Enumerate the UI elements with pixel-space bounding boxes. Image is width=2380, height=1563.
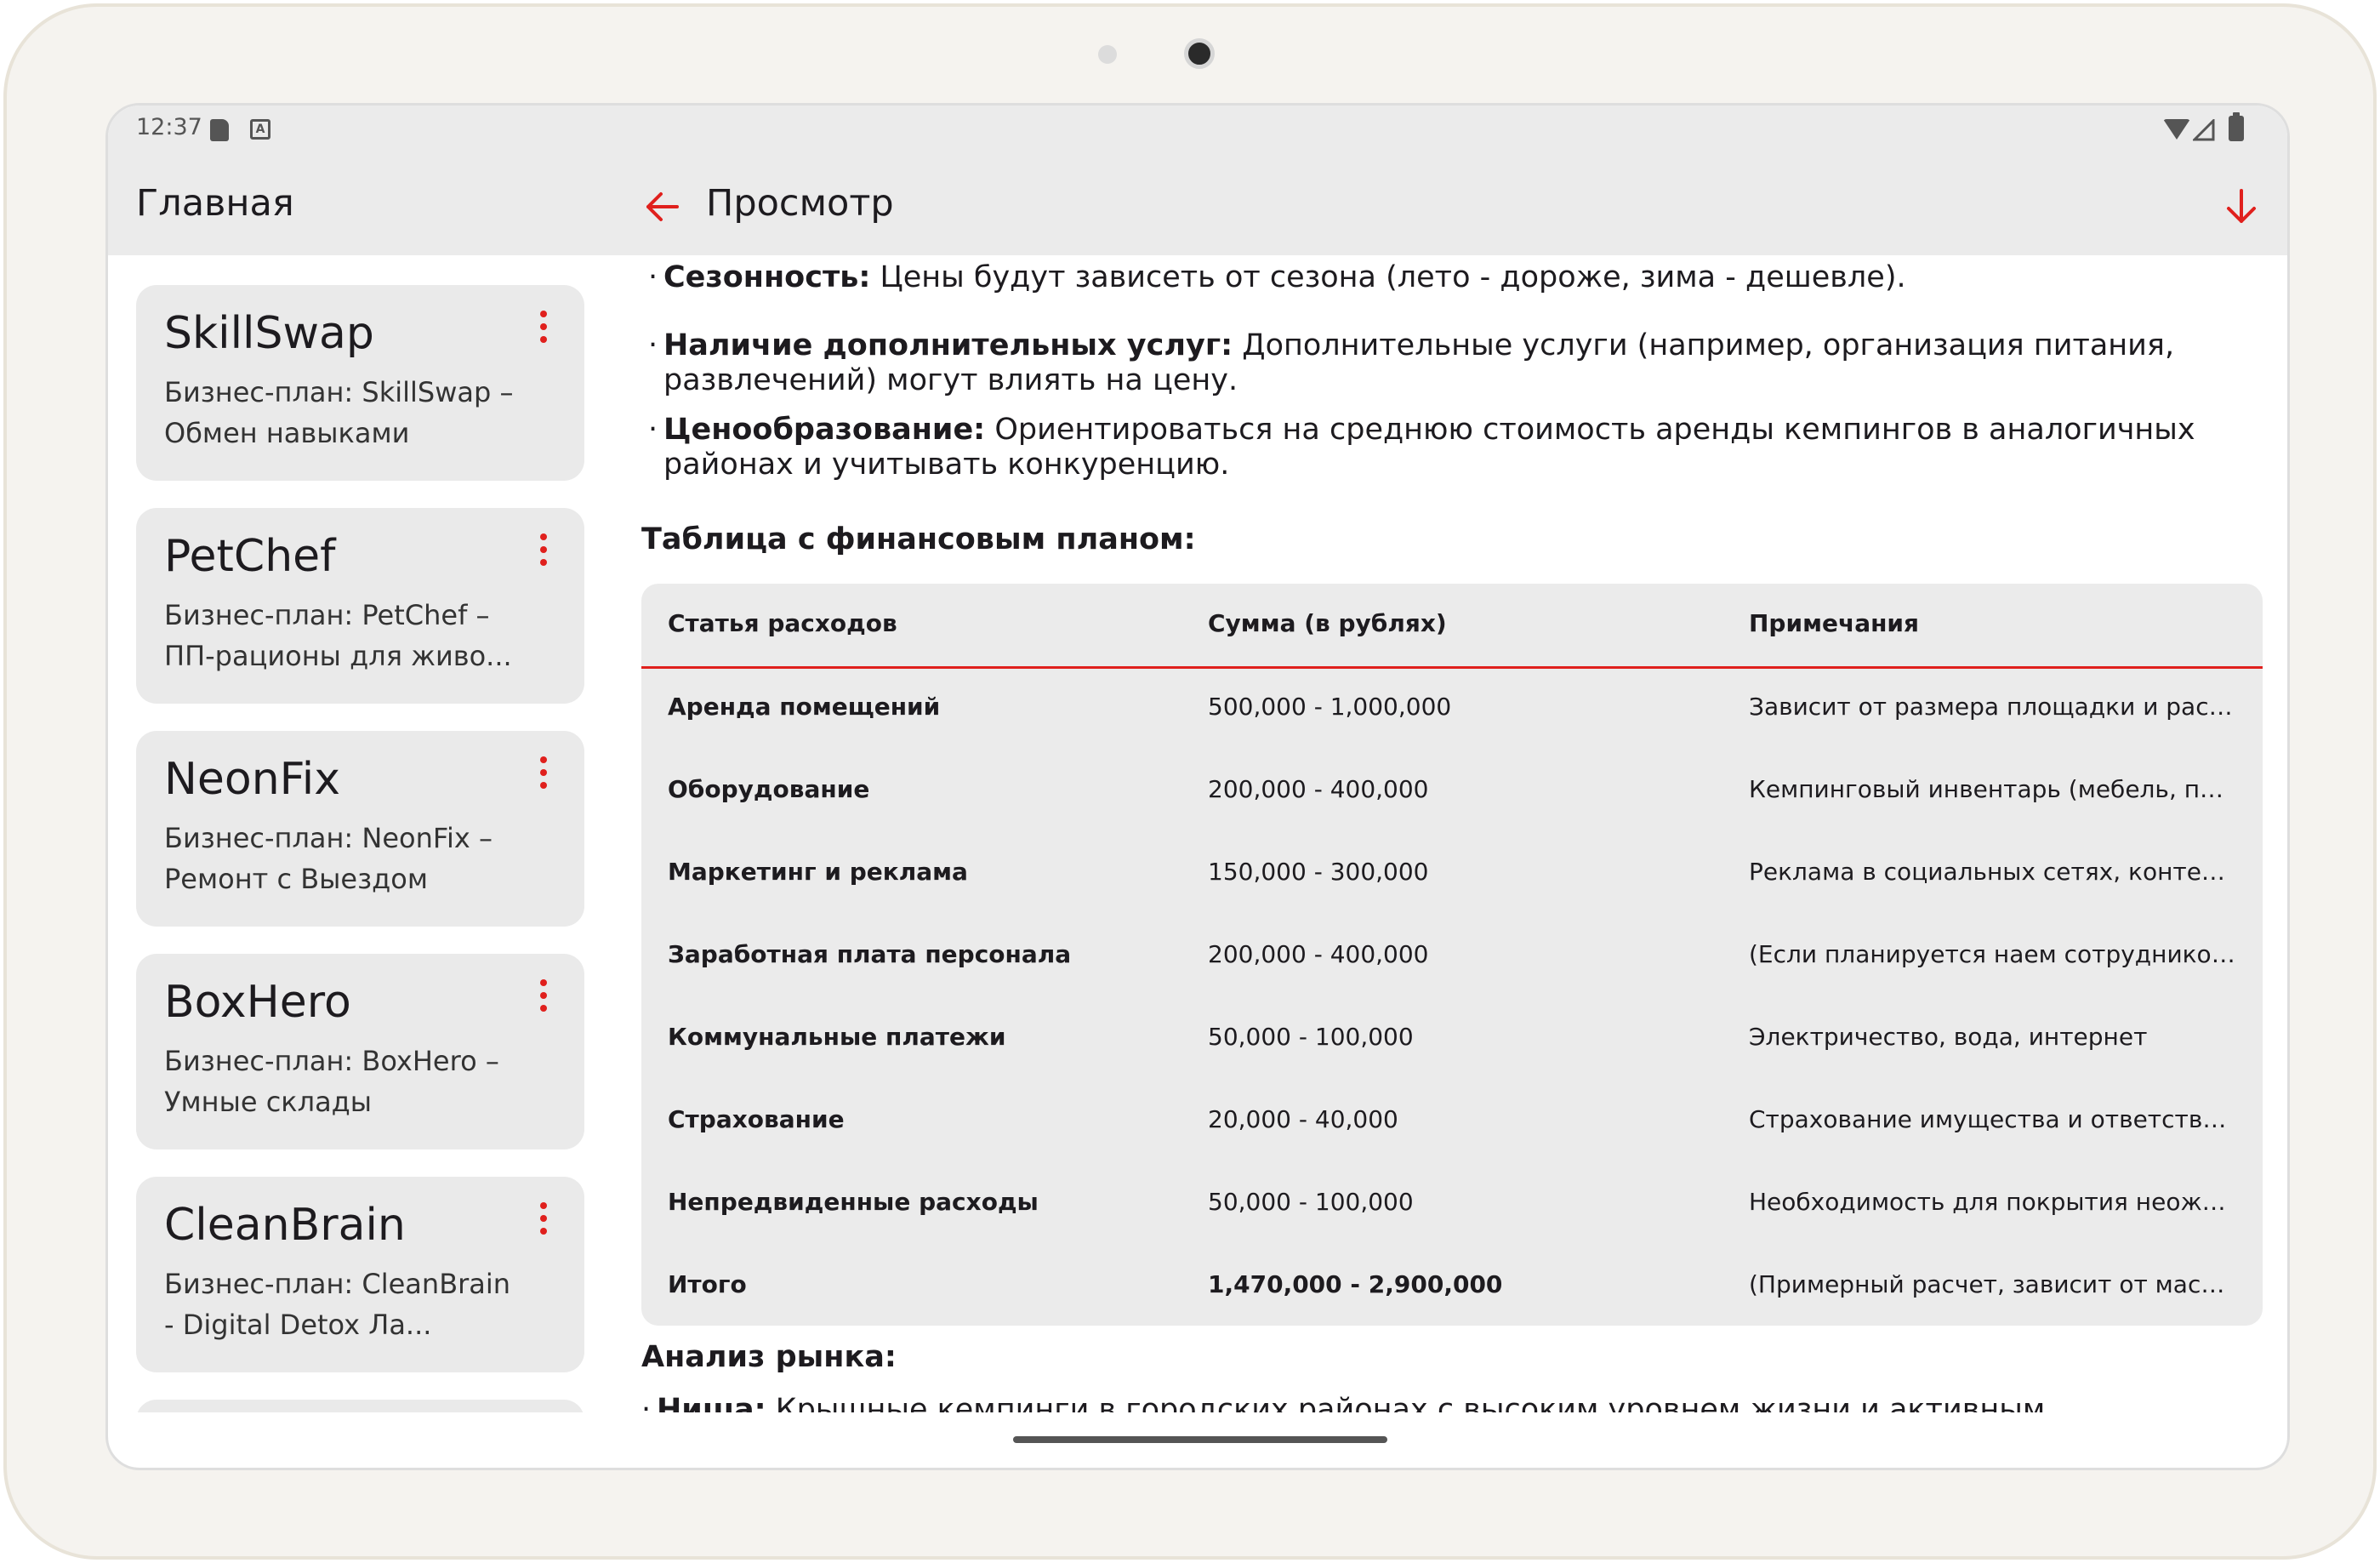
table-cell: Страхование xyxy=(668,1105,845,1133)
battery-icon xyxy=(2229,112,2244,141)
more-vert-icon[interactable] xyxy=(538,311,549,348)
table-cell: Итого xyxy=(668,1270,747,1298)
bullet-niche: · Ниша: Крышные кемпинги в городских рай… xyxy=(641,1393,2258,1412)
market-heading: Анализ рынка: xyxy=(641,1340,897,1374)
table-cell: Маркетинг и реклама xyxy=(668,858,968,886)
table-cell: (Примерный расчет, зависит от масштаб... xyxy=(1749,1270,2238,1298)
table-heading: Таблица с финансовым планом: xyxy=(641,522,1196,556)
table-cell: Зависит от размера площадки и располо... xyxy=(1749,693,2238,721)
table-cell: Заработная плата персонала xyxy=(668,940,1072,968)
home-indicator[interactable] xyxy=(1013,1436,1387,1443)
more-vert-icon[interactable] xyxy=(538,533,549,571)
list-item[interactable]: CleanBrain Бизнес-план: CleanBrain - Dig… xyxy=(136,1177,584,1372)
table-cell: Оборудование xyxy=(668,775,870,803)
status-time: 12:37 xyxy=(136,114,202,140)
bullet-label: Ниша: xyxy=(657,1393,766,1412)
list-item-subtitle: Бизнес-план: CleanBrain - Digital Detox … xyxy=(164,1268,511,1341)
bullet-services: · Наличие дополнительных услуг: Дополнит… xyxy=(648,328,2175,397)
list-item[interactable]: PetChef Бизнес-план: PetChef – ПП-рацион… xyxy=(136,508,584,704)
table-cell: 500,000 - 1,000,000 xyxy=(1208,693,1452,721)
table-cell: Непредвиденные расходы xyxy=(668,1188,1039,1216)
table-cell: Аренда помещений xyxy=(668,693,941,721)
table-cell: (Если планируется наем сотрудников для..… xyxy=(1749,940,2238,968)
list-item-subtitle: Бизнес-план: BoxHero – Умные склады xyxy=(164,1045,499,1118)
table-cell: Электричество, вода, интернет xyxy=(1749,1023,2148,1051)
list-item-title: SkillSwap xyxy=(164,308,374,359)
plan-detail[interactable]: · Сезонность: Цены будут зависеть от сез… xyxy=(618,255,2287,1412)
list-item-title: BoxHero xyxy=(164,977,351,1028)
sd-card-icon xyxy=(210,119,229,141)
bullet-pricing: · Ценообразование: Ориентироваться на ср… xyxy=(648,413,2195,482)
table-header: Статья расходов xyxy=(668,609,897,637)
table-header: Примечания xyxy=(1749,609,1920,637)
wifi-icon xyxy=(2163,119,2190,140)
list-item-subtitle: Бизнес-план: SkillSwap – Обмен навыками xyxy=(164,376,514,449)
more-vert-icon[interactable] xyxy=(538,756,549,794)
more-vert-icon[interactable] xyxy=(538,1202,549,1240)
bullet-label: Наличие дополнительных услуг: xyxy=(663,328,1233,362)
table-cell: 200,000 - 400,000 xyxy=(1208,775,1429,803)
front-camera xyxy=(1184,38,1215,69)
detail-pane-title: Просмотр xyxy=(706,182,894,225)
table-header: Сумма (в рублях) xyxy=(1208,609,1447,637)
list-item-subtitle: Бизнес-план: PetChef – ПП-рационы для жи… xyxy=(164,599,512,672)
list-item-title: PetChef xyxy=(164,531,336,582)
back-arrow-icon[interactable] xyxy=(640,184,686,230)
list-item[interactable]: BoxHero Бизнес-план: BoxHero – Умные скл… xyxy=(136,954,584,1149)
table-cell: 50,000 - 100,000 xyxy=(1208,1023,1414,1051)
table-header-divider xyxy=(641,666,2263,669)
table-cell: 150,000 - 300,000 xyxy=(1208,858,1429,886)
list-item-title: NeonFix xyxy=(164,754,341,805)
main-pane-title: Главная xyxy=(136,182,294,225)
table-cell: Коммунальные платежи xyxy=(668,1023,1006,1051)
bullet-text: Крышные кемпинги в городских районах с в… xyxy=(775,1393,2046,1412)
finance-table: Статья расходов Сумма (в рублях) Примеча… xyxy=(641,584,2263,1326)
bullet-seasonality: · Сезонность: Цены будут зависеть от сез… xyxy=(648,260,1906,294)
list-item-subtitle: Бизнес-план: NeonFix – Ремонт с Выездом xyxy=(164,822,493,895)
table-cell: 200,000 - 400,000 xyxy=(1208,940,1429,968)
screen: 12:37 A Главная Просмотр SkillSwap Бизне… xyxy=(105,103,2290,1470)
list-item[interactable]: NeonFix Бизнес-план: NeonFix – Ремонт с … xyxy=(136,731,584,927)
status-bar: 12:37 A xyxy=(108,106,2287,158)
bullet-label: Ценообразование: xyxy=(663,413,986,447)
plan-list[interactable]: SkillSwap Бизнес-план: SkillSwap – Обмен… xyxy=(108,255,618,1412)
download-arrow-icon[interactable] xyxy=(2218,184,2264,230)
table-cell: Реклама в социальных сетях, контекстна..… xyxy=(1749,858,2238,886)
bullet-label: Сезонность: xyxy=(663,260,871,294)
table-cell-total: 1,470,000 - 2,900,000 xyxy=(1208,1270,1503,1298)
list-item[interactable]: SkillSwap Бизнес-план: SkillSwap – Обмен… xyxy=(136,285,584,481)
bullet-text: Цены будут зависеть от сезона (лето - до… xyxy=(870,260,1906,294)
table-cell: Необходимость для покрытия неожидан... xyxy=(1749,1188,2238,1216)
table-cell: Страхование имущества и ответственнос... xyxy=(1749,1105,2238,1133)
sensor-dot xyxy=(1098,45,1117,64)
signal-icon xyxy=(2193,119,2215,141)
list-item-title: CleanBrain xyxy=(164,1200,406,1251)
list-item[interactable] xyxy=(136,1400,584,1412)
more-vert-icon[interactable] xyxy=(538,979,549,1017)
table-cell: 20,000 - 40,000 xyxy=(1208,1105,1398,1133)
keyboard-a-icon: A xyxy=(250,119,270,140)
tablet-frame: 12:37 A Главная Просмотр SkillSwap Бизне… xyxy=(3,3,2377,1560)
table-cell: 50,000 - 100,000 xyxy=(1208,1188,1414,1216)
app-bar: Главная Просмотр xyxy=(108,158,2287,255)
table-cell: Кемпинговый инвентарь (мебель, палатк... xyxy=(1749,775,2238,803)
